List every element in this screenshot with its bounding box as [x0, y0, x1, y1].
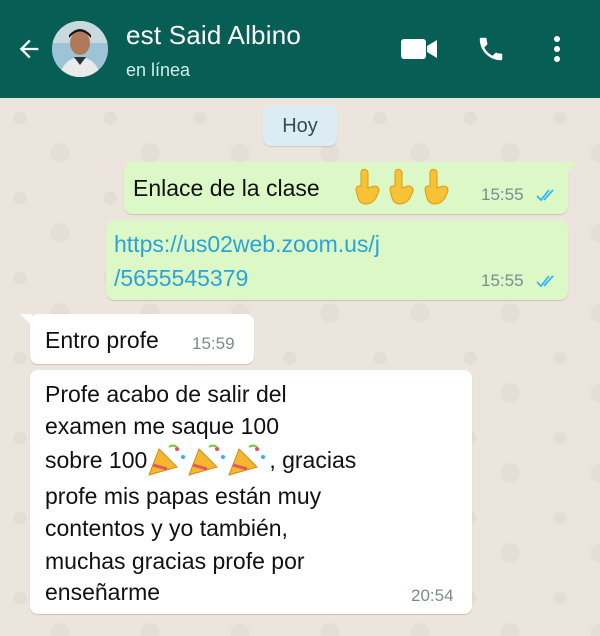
back-button[interactable]	[10, 30, 48, 68]
avatar-image	[52, 21, 108, 77]
message-line: muchas gracias profe por	[45, 548, 305, 574]
message-line: Profe acabo de salir del	[45, 381, 287, 407]
message-bubble-incoming[interactable]: Entro profe 15:59	[20, 314, 254, 364]
message-text: Entro profe	[45, 327, 159, 353]
more-options-button[interactable]	[538, 30, 576, 68]
message-fragment: sobre 100	[45, 447, 148, 473]
avatar[interactable]	[52, 21, 108, 77]
message-bubble-outgoing[interactable]: Enlace de la clase 15:55	[124, 162, 578, 214]
party-popper-emoji	[228, 444, 266, 476]
message-bubble-outgoing[interactable]: https://us02web.zoom.us/j /5655545379 15…	[106, 220, 568, 300]
message-text: Enlace de la clase	[133, 175, 320, 201]
message-time: 15:55	[481, 271, 524, 290]
contact-name[interactable]: est Said Albino	[126, 20, 301, 51]
party-popper-emoji	[188, 444, 226, 476]
pointing-down-emoji	[355, 168, 380, 205]
message-line: sobre 100 , gracias	[45, 444, 356, 477]
zoom-link[interactable]: https://us02web.zoom.us/j	[114, 228, 380, 260]
pointing-down-emoji-group	[352, 168, 451, 206]
message-time: 20:54	[411, 586, 454, 605]
message-line: examen me saque 100	[45, 413, 279, 439]
message-time: 15:55	[481, 185, 524, 204]
video-call-button[interactable]	[400, 30, 438, 68]
contact-status: en línea	[126, 60, 191, 80]
message-time: 15:59	[192, 334, 235, 353]
pointing-down-emoji	[389, 168, 414, 205]
party-popper-emoji-group	[147, 444, 269, 477]
message-line: profe mis papas están muy	[45, 483, 322, 509]
back-arrow-icon	[19, 39, 39, 59]
chat-header: est Said Albino en línea	[0, 0, 600, 98]
party-popper-emoji	[148, 444, 186, 476]
message-line: contentos y yo también,	[45, 515, 288, 541]
read-ticks-icon	[536, 189, 554, 202]
phone-icon	[479, 37, 503, 61]
date-chip: Hoy	[263, 106, 337, 146]
more-options-icon	[554, 36, 560, 62]
pointing-down-emoji	[424, 168, 449, 205]
read-ticks-icon	[536, 275, 554, 288]
message-line: enseñarme	[45, 579, 161, 605]
video-call-icon	[401, 39, 437, 59]
zoom-link-continued[interactable]: /5655545379	[114, 262, 248, 294]
message-bubble-incoming[interactable]: Profe acabo de salir del examen me saque…	[30, 370, 472, 614]
message-fragment: , gracias	[269, 447, 357, 473]
voice-call-button[interactable]	[472, 30, 510, 68]
